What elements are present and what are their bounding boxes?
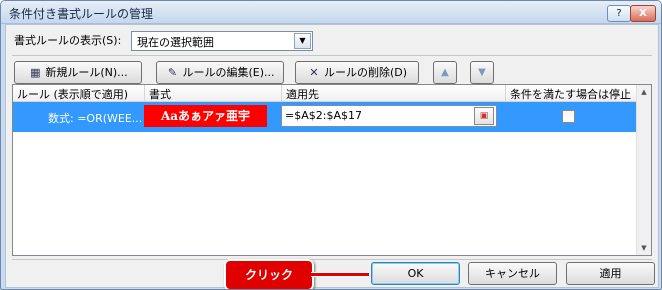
column-divider	[144, 85, 145, 101]
show-rules-label: 書式ルールの表示(S):	[14, 34, 122, 47]
footer-divider	[12, 259, 652, 260]
new-rule-icon: ▦	[30, 66, 41, 79]
dialog-body: 書式ルールの表示(S): 現在の選択範囲 ▼ ▦ 新規ルール(N)... ✎ ルール…	[5, 24, 659, 289]
edit-rule-button[interactable]: ✎ ルールの編集(E)...	[156, 61, 284, 84]
delete-icon: ✕	[309, 66, 319, 79]
up-arrow-icon: ▲	[441, 67, 449, 78]
column-divider	[281, 85, 282, 101]
show-rules-dropdown[interactable]: 現在の選択範囲 ▼	[131, 31, 313, 51]
vertical-scrollbar[interactable]: ▲ ▼	[636, 85, 651, 255]
click-callout: クリック	[224, 259, 314, 289]
help-button[interactable]: ?	[607, 5, 631, 22]
close-button[interactable]: X	[630, 5, 656, 22]
rules-header: ルール (表示順で適用) 書式 適用先 条件を満たす場合は停止	[13, 85, 637, 102]
table-row[interactable]: 数式: =OR(WEE... Aaあぁアァ亜宇 =$A$2:$A$17 ▣	[13, 102, 637, 132]
title-bar: 条件付き書式ルールの管理 ? X	[1, 1, 661, 24]
new-rule-button[interactable]: ▦ 新規ルール(N)...	[14, 61, 142, 84]
rules-list: ルール (表示順で適用) 書式 適用先 条件を満たす場合は停止 数式: =OR(…	[12, 84, 652, 256]
stop-if-true-checkbox[interactable]	[562, 110, 575, 123]
conditional-format-manager-dialog: 条件付き書式ルールの管理 ? X 書式ルールの表示(S): 現在の選択範囲 ▼ …	[0, 0, 662, 290]
scroll-down-icon[interactable]: ▼	[637, 241, 651, 255]
column-rule: ルール (表示順で適用)	[17, 88, 129, 101]
show-rules-value: 現在の選択範囲	[137, 36, 214, 49]
range-select-icon[interactable]: ▣	[474, 107, 494, 125]
applies-to-field[interactable]: =$A$2:$A$17 ▣	[281, 105, 497, 127]
move-down-button[interactable]: ▼	[470, 61, 494, 84]
callout-pointer	[311, 272, 369, 277]
dialog-title: 条件付き書式ルールの管理	[9, 7, 154, 21]
column-stop-if-true: 条件を満たす場合は停止	[510, 88, 631, 101]
chevron-down-icon[interactable]: ▼	[294, 33, 311, 49]
delete-rule-button[interactable]: ✕ ルールの削除(D)	[295, 61, 419, 84]
applies-to-value: =$A$2:$A$17	[285, 109, 362, 122]
cancel-button[interactable]: キャンセル	[468, 262, 557, 285]
scroll-up-icon[interactable]: ▲	[637, 85, 651, 99]
edit-rule-label: ルールの編集(E)...	[182, 66, 275, 79]
ok-button[interactable]: OK	[371, 262, 460, 285]
move-up-button[interactable]: ▲	[433, 61, 457, 84]
column-applies-to: 適用先	[286, 88, 319, 101]
toolbar-divider	[12, 55, 652, 56]
column-format: 書式	[149, 88, 171, 101]
column-divider	[505, 85, 506, 101]
new-rule-label: 新規ルール(N)...	[45, 66, 128, 79]
down-arrow-icon: ▼	[478, 67, 486, 78]
delete-rule-label: ルールの削除(D)	[323, 66, 408, 79]
rule-description: 数式: =OR(WEE...	[48, 112, 143, 125]
format-preview: Aaあぁアァ亜宇	[144, 105, 267, 127]
edit-rule-icon: ✎	[167, 66, 178, 79]
apply-button[interactable]: 適用	[566, 262, 655, 285]
